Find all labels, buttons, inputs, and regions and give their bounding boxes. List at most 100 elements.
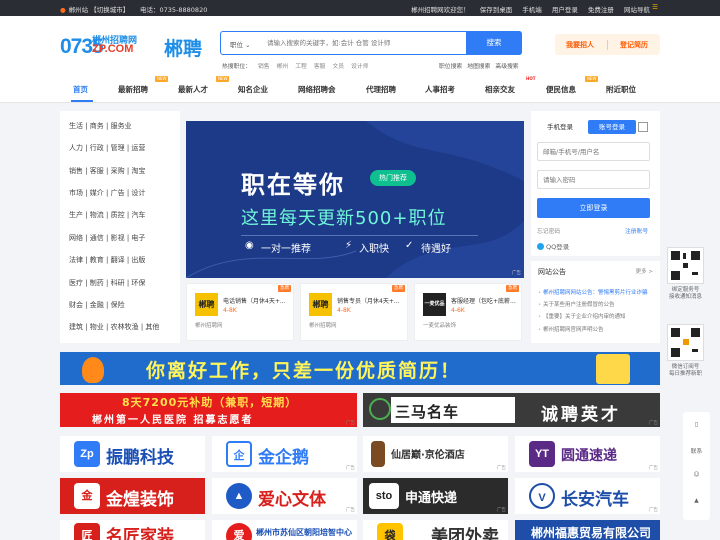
- job-card[interactable]: 一麦优品 客服经理（包吃+底薪... 4-6K 一麦优品装饰 急聘: [414, 283, 522, 341]
- site-nav-link[interactable]: 网站导航: [624, 6, 650, 14]
- tab-account-login[interactable]: 账号登录: [588, 120, 636, 134]
- qq-login[interactable]: QQ登录: [537, 241, 569, 251]
- category-item[interactable]: 生产 | 物流 | 质控 | 汽车: [69, 210, 145, 220]
- username-field[interactable]: [537, 142, 650, 161]
- top-bar: ● 郴州站 【切换城市】 电话：0735-8880820 郴州招聘网欢迎您！ 保存…: [0, 0, 720, 16]
- category-item[interactable]: 医疗 | 制药 | 科研 | 环保: [69, 278, 145, 288]
- hot-keyword[interactable]: 设计师: [351, 64, 368, 70]
- banner-features: ◉ 一对一推荐 ⚡ 入职快 ✓ 待遇好: [241, 235, 478, 255]
- feedback-icon[interactable]: ▯: [683, 422, 710, 428]
- nav-dating[interactable]: 相亲交友: [485, 84, 515, 95]
- nav-home[interactable]: 首页: [73, 84, 88, 95]
- ad-tile[interactable]: 企 金企鹅 广告: [212, 436, 357, 472]
- nav-services[interactable]: 便民信息: [546, 84, 576, 95]
- hot-keyword[interactable]: 工程: [295, 64, 307, 70]
- menu-icon[interactable]: ☰: [652, 3, 658, 11]
- password-field[interactable]: [537, 170, 650, 189]
- notice-title: 网站公告: [538, 268, 566, 276]
- category-item[interactable]: 生活 | 商务 | 服务业: [69, 121, 132, 131]
- ad-tile[interactable]: 匠 名匠家装: [60, 520, 205, 540]
- job-salary: 4-8K: [337, 307, 351, 314]
- save-desktop-link[interactable]: 保存到桌面: [480, 6, 513, 14]
- ad-tile[interactable]: V 长安汽车 广告: [515, 478, 660, 514]
- notice-item[interactable]: 关于某些用户注册假冒的公告: [538, 300, 656, 308]
- nav-companies[interactable]: 知名企业: [238, 84, 268, 95]
- qr-login-icon[interactable]: [638, 122, 648, 132]
- lightning-icon: ⚡: [345, 240, 353, 251]
- forgot-password-link[interactable]: 忘记密码: [537, 226, 560, 235]
- user-login-link[interactable]: 用户登录: [552, 6, 578, 14]
- category-item[interactable]: 人力 | 行政 | 管理 | 运营: [69, 143, 145, 153]
- ad-tile[interactable]: 金 金煌装饰: [60, 478, 205, 514]
- hotel-logo-icon: [371, 441, 385, 467]
- ad-tile[interactable]: 爱 郴州市苏仙区朝阳培智中心: [212, 520, 357, 540]
- job-search-link[interactable]: 职位搜索: [439, 64, 462, 70]
- hospital-ad[interactable]: 8天7200元补助（兼职，短期） 郴州第一人民医院 招募志愿者 广告: [60, 393, 357, 427]
- ad-tile[interactable]: 仙居巅·京伦酒店 广告: [363, 436, 508, 472]
- ad-tile[interactable]: 袋 美团外卖: [363, 520, 508, 540]
- ad-tile[interactable]: Zp 振鹏科技: [60, 436, 205, 472]
- job-card[interactable]: 郴聘 电话销售（月休4天+... 4-8K 郴州招聘网 急聘: [186, 283, 294, 341]
- ad-label: 广告: [346, 508, 355, 513]
- nav-exams[interactable]: 人事招考: [425, 84, 455, 95]
- tab-phone-login[interactable]: 手机登录: [536, 120, 584, 134]
- category-item[interactable]: 财会 | 金融 | 保险: [69, 300, 125, 310]
- hero-banner[interactable]: 职在等你 热门推荐 这里每天更新500+职位 ◉ 一对一推荐 ⚡ 入职快 ✓ 待…: [186, 121, 524, 278]
- search-input[interactable]: [267, 33, 467, 53]
- ad-label: 广告: [346, 466, 355, 471]
- ad-tile[interactable]: sto 申通快递 广告: [363, 478, 508, 514]
- hospital-ad-line1: 8天7200元补助（兼职，短期）: [122, 396, 298, 409]
- ad-tile-text: 金煌装饰: [106, 490, 174, 510]
- site-notice: 网站公告 更多 > 郴州招聘网网站公告：警惕黑剪片行业诈骗 关于某些用户注册假冒…: [531, 261, 660, 343]
- yto-logo-icon: YT: [529, 441, 555, 467]
- register-link[interactable]: 注册账号: [625, 226, 648, 235]
- free-register-link[interactable]: 免费注册: [588, 6, 614, 14]
- nav-nearby[interactable]: 附近职位: [606, 84, 636, 95]
- nav-agency[interactable]: 代理招聘: [366, 84, 396, 95]
- ad-tile-text: 长安汽车: [561, 490, 629, 510]
- hot-keyword[interactable]: 客服: [314, 64, 326, 70]
- notice-more-link[interactable]: 更多 >: [636, 267, 653, 275]
- advanced-search-link[interactable]: 高级搜索: [495, 64, 518, 70]
- map-search-link[interactable]: 地图搜索: [467, 64, 490, 70]
- resume-button[interactable]: 登记简历: [620, 40, 648, 50]
- switch-city-link[interactable]: 【切换城市】: [90, 6, 129, 14]
- hot-keyword[interactable]: 文员: [332, 64, 344, 70]
- search-button[interactable]: 搜索: [466, 30, 522, 55]
- notice-item[interactable]: 【重要】关于企业介绍内审的通知: [538, 312, 656, 320]
- notice-item[interactable]: 郴州招聘网网站公告：警惕黑剪片行业诈骗: [538, 288, 656, 296]
- category-item[interactable]: 法律 | 教育 | 翻译 | 出版: [69, 255, 145, 265]
- category-item[interactable]: 建筑 | 物业 | 农林牧渔 | 其他: [69, 322, 159, 332]
- ad-tile[interactable]: 郴州福惠贸易有限公司: [515, 520, 660, 540]
- job-card[interactable]: 郴聘 销售专员（月休4天+... 4-8K 郴州招聘网 急聘: [300, 283, 408, 341]
- service-icon[interactable]: ☺: [683, 472, 710, 478]
- car-dealer-ad[interactable]: 三马名车 诚聘英才 广告: [363, 393, 660, 427]
- recruit-button[interactable]: 我要招人: [566, 40, 594, 50]
- wechat-subscribe-qr: [667, 324, 704, 361]
- nav-job-fair[interactable]: 网络招聘会: [298, 84, 336, 95]
- penguin-logo-icon: 企: [226, 441, 252, 467]
- nav-latest-talent[interactable]: 最新人才: [178, 84, 208, 95]
- hot-keyword[interactable]: 销售: [258, 64, 270, 70]
- category-item[interactable]: 网络 | 通信 | 影视 | 电子: [69, 233, 145, 243]
- company-name: 郴州招聘网: [195, 323, 223, 329]
- nav-latest-jobs[interactable]: 最新招聘: [118, 84, 148, 95]
- feature-pay: 待遇好: [421, 244, 451, 255]
- ad-tile[interactable]: YT 圆通速递 广告: [515, 436, 660, 472]
- back-to-top-icon[interactable]: ▲: [683, 498, 710, 504]
- category-item[interactable]: 销售 | 客服 | 采购 | 淘宝: [69, 166, 145, 176]
- chat-icon: ◉: [245, 240, 254, 251]
- urgent-badge: 急聘: [506, 285, 519, 292]
- search-category-select[interactable]: 职位 ⌄: [230, 39, 251, 49]
- login-button[interactable]: 立即登录: [537, 198, 650, 218]
- hot-keyword[interactable]: 郴州: [277, 64, 289, 70]
- ad-tile[interactable]: ▲ 爱心文体 广告: [212, 478, 357, 514]
- mobile-link[interactable]: 手机端: [522, 6, 542, 14]
- resume-ad-banner[interactable]: 你离好工作，只差一份优质简历！: [60, 352, 660, 385]
- ad-label: 广告: [497, 508, 506, 513]
- category-item[interactable]: 市场 | 媒介 | 广告 | 设计: [69, 188, 145, 198]
- contact-button[interactable]: 联系: [683, 446, 710, 455]
- site-logo[interactable]: 0735 郴州招聘网 ZP.COM 郴聘: [60, 33, 210, 60]
- notice-item[interactable]: 郴州招聘网官网声明公告: [538, 325, 656, 333]
- job-title: 销售专员（月休4天+...: [337, 298, 400, 305]
